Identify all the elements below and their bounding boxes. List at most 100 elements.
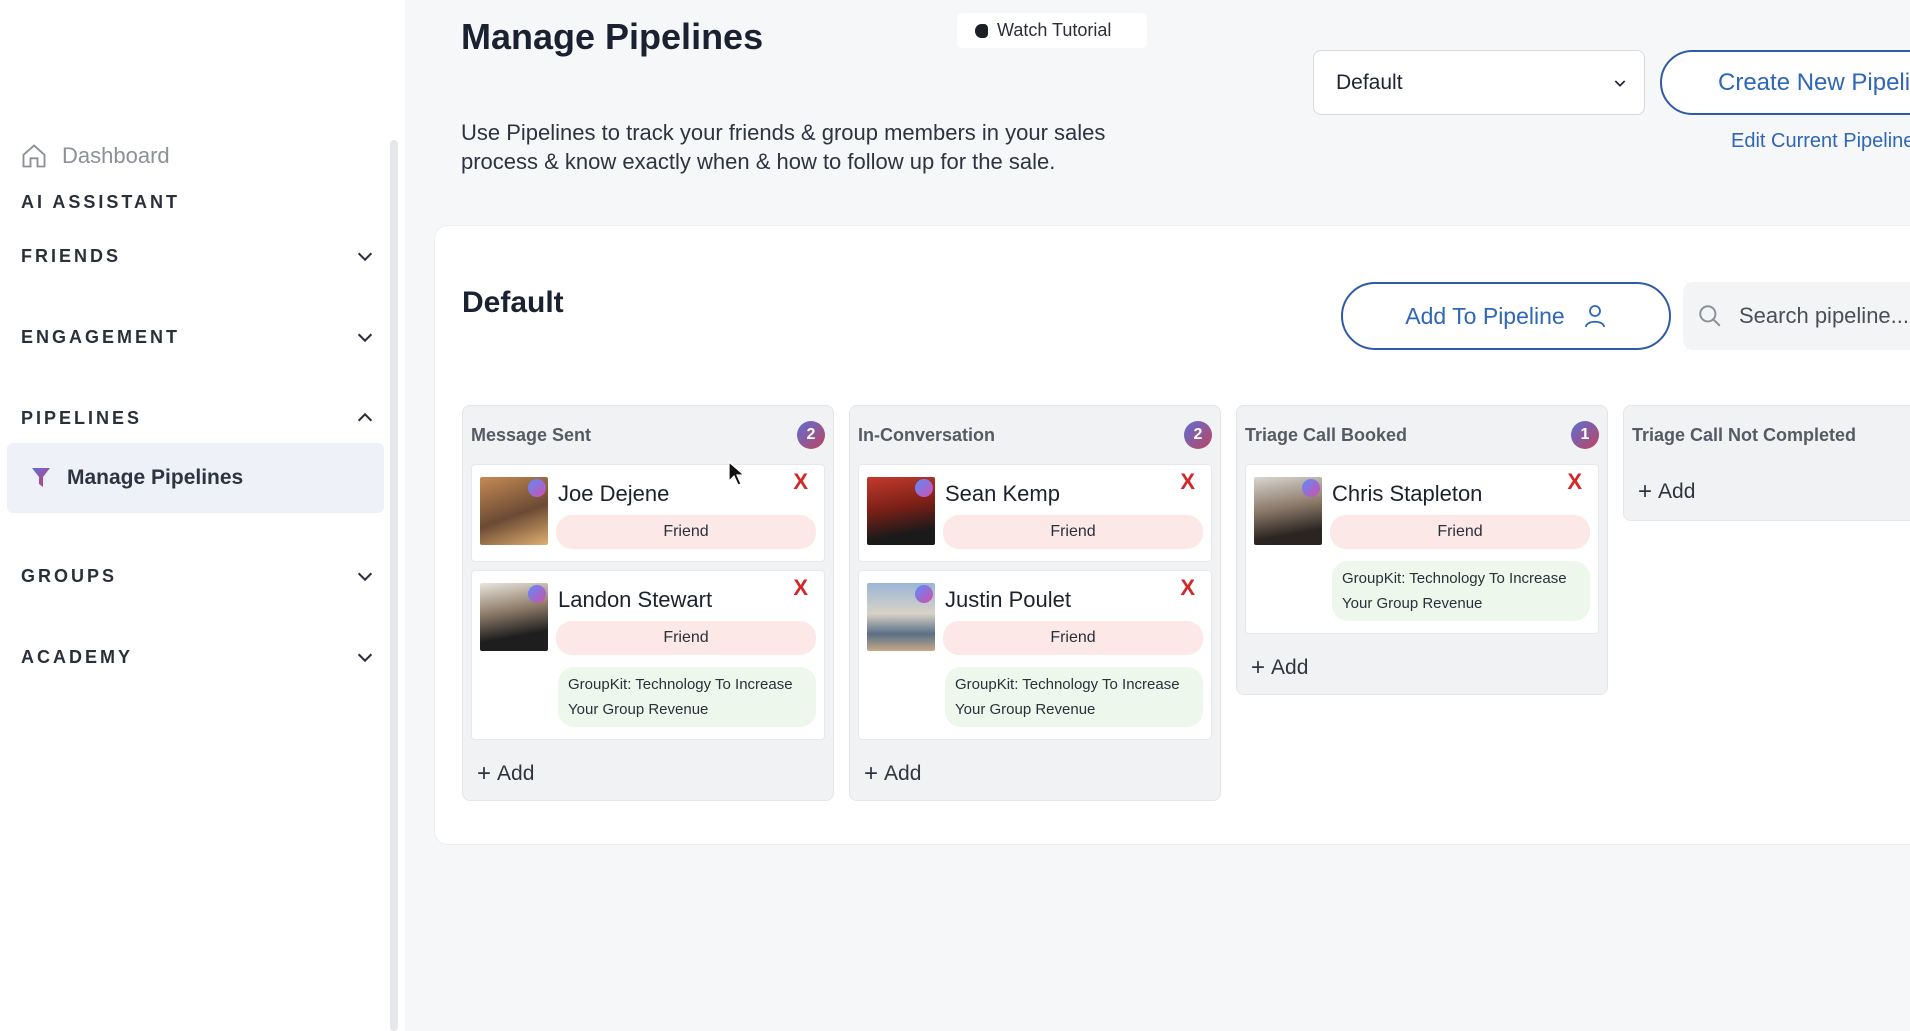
column-count-badge: 2 xyxy=(797,421,825,449)
pipeline-column: Message Sent 2 Joe Dejene Friend X Lando… xyxy=(462,405,834,801)
contact-name: Landon Stewart xyxy=(558,587,713,612)
search-placeholder: Search pipeline... xyxy=(1739,303,1909,328)
remove-card-button[interactable]: X xyxy=(793,575,808,601)
edit-current-pipeline-link[interactable]: Edit Current Pipeline xyxy=(1731,130,1910,153)
remove-card-button[interactable]: X xyxy=(1180,469,1195,495)
column-title: In-Conversation xyxy=(858,424,996,445)
sidebar-section-groups[interactable]: GROUPS xyxy=(21,565,376,587)
section-label: GROUPS xyxy=(21,565,118,586)
section-label: PIPELINES xyxy=(21,407,143,428)
add-label: Add xyxy=(884,762,922,785)
mouse-cursor-icon xyxy=(728,461,746,486)
group-tag: GroupKit: Technology To Increase Your Gr… xyxy=(1332,561,1590,621)
avatar xyxy=(1254,477,1322,545)
messenger-icon xyxy=(915,585,933,603)
messenger-icon xyxy=(528,479,546,497)
sidebar-section-pipelines[interactable]: PIPELINES xyxy=(21,407,376,429)
sidebar-section-academy[interactable]: ACADEMY xyxy=(21,646,376,668)
sidebar-item-manage-pipelines[interactable]: Manage Pipelines xyxy=(7,443,384,513)
column-title: Triage Call Not Completed xyxy=(1632,424,1857,445)
search-icon xyxy=(1699,305,1721,327)
sidebar-item-label: Manage Pipelines xyxy=(67,466,244,489)
add-card-button[interactable]: + Add xyxy=(1237,642,1607,694)
avatar xyxy=(867,583,935,651)
section-label: ENGAGEMENT xyxy=(21,326,181,347)
section-label: AI ASSISTANT xyxy=(21,192,181,212)
add-to-pipeline-label: Add To Pipeline xyxy=(1405,302,1565,329)
remove-card-button[interactable]: X xyxy=(1567,469,1582,495)
sidebar-section-friends[interactable]: FRIENDS xyxy=(21,245,376,267)
sidebar-item-dashboard[interactable]: Dashboard xyxy=(20,142,170,170)
pipeline-select[interactable]: Default xyxy=(1313,50,1645,115)
add-label: Add xyxy=(1658,480,1696,503)
remove-card-button[interactable]: X xyxy=(1180,575,1195,601)
group-tag: GroupKit: Technology To Increase Your Gr… xyxy=(945,667,1203,727)
sidebar-section-engagement[interactable]: ENGAGEMENT xyxy=(21,326,376,348)
play-icon xyxy=(975,23,988,38)
contact-name: Chris Stapleton xyxy=(1332,481,1483,506)
pipeline-column: In-Conversation 2 Sean Kemp Friend X Jus… xyxy=(849,405,1221,801)
user-icon xyxy=(1584,305,1605,328)
page-title: Manage Pipelines xyxy=(461,16,764,57)
page-description: Use Pipelines to track your friends & gr… xyxy=(461,120,1106,174)
add-card-button[interactable]: + Add xyxy=(463,748,833,800)
add-label: Add xyxy=(1271,656,1309,679)
contact-name: Joe Dejene xyxy=(558,481,670,506)
friend-tag: Friend xyxy=(943,515,1203,549)
column-title: Message Sent xyxy=(471,424,592,445)
add-to-pipeline-button[interactable]: Add To Pipeline xyxy=(1341,282,1671,350)
contact-card[interactable]: Justin Poulet Friend GroupKit: Technolog… xyxy=(858,570,1212,740)
contact-card[interactable]: Joe Dejene Friend X xyxy=(471,464,825,562)
contact-card[interactable]: Chris Stapleton Friend GroupKit: Technol… xyxy=(1245,464,1599,634)
sidebar-item-label: Dashboard xyxy=(62,143,170,168)
messenger-icon xyxy=(915,479,933,497)
contact-card[interactable]: Landon Stewart Friend GroupKit: Technolo… xyxy=(471,570,825,740)
sidebar-section-ai-assistant[interactable]: AI ASSISTANT xyxy=(21,192,376,213)
create-new-pipeline-button[interactable]: Create New Pipeline xyxy=(1660,50,1910,115)
watch-tutorial-button[interactable]: Watch Tutorial xyxy=(957,13,1147,48)
chevron-down-icon xyxy=(357,333,373,343)
contact-card[interactable]: Sean Kemp Friend X xyxy=(858,464,1212,562)
section-label: FRIENDS xyxy=(21,245,122,266)
friend-tag: Friend xyxy=(943,621,1203,655)
search-pipeline-input[interactable]: Search pipeline... xyxy=(1683,282,1910,350)
add-label: Add xyxy=(497,762,535,785)
column-count-badge: 2 xyxy=(1184,421,1212,449)
board-title: Default xyxy=(462,286,564,319)
add-card-button[interactable]: + Add xyxy=(1624,464,1910,520)
column-title: Triage Call Booked xyxy=(1245,424,1408,445)
contact-name: Justin Poulet xyxy=(945,587,1071,612)
avatar xyxy=(480,583,548,651)
plus-icon: + xyxy=(1251,654,1266,681)
column-header: Message Sent 2 xyxy=(463,406,833,464)
plus-icon: + xyxy=(477,760,492,787)
avatar xyxy=(480,477,548,545)
sidebar-scrollbar[interactable] xyxy=(390,140,398,1031)
add-card-button[interactable]: + Add xyxy=(850,748,1220,800)
contact-name: Sean Kemp xyxy=(945,481,1060,506)
watch-tutorial-label: Watch Tutorial xyxy=(997,20,1112,40)
pipeline-column: Triage Call Not Completed + Add xyxy=(1623,405,1910,521)
chevron-up-icon xyxy=(357,412,373,422)
column-header: Triage Call Booked 1 xyxy=(1237,406,1607,464)
pipeline-select-value: Default xyxy=(1336,70,1403,94)
column-header: Triage Call Not Completed xyxy=(1624,406,1910,464)
column-count-badge: 1 xyxy=(1571,421,1599,449)
remove-card-button[interactable]: X xyxy=(793,469,808,495)
avatar xyxy=(867,477,935,545)
column-header: In-Conversation 2 xyxy=(850,406,1220,464)
chevron-down-icon xyxy=(357,252,373,262)
chevron-down-icon xyxy=(357,572,373,582)
funnel-icon xyxy=(32,468,50,487)
sidebar: Dashboard AI ASSISTANT FRIENDS ENGAGEMEN… xyxy=(0,0,405,1031)
chevron-down-icon xyxy=(357,653,373,663)
messenger-icon xyxy=(528,585,546,603)
friend-tag: Friend xyxy=(1330,515,1590,549)
messenger-icon xyxy=(1302,479,1320,497)
section-label: ACADEMY xyxy=(21,646,134,667)
plus-icon: + xyxy=(864,760,879,787)
friend-tag: Friend xyxy=(556,621,816,655)
plus-icon: + xyxy=(1638,478,1653,505)
friend-tag: Friend xyxy=(556,515,816,549)
pipeline-column: Triage Call Booked 1 Chris Stapleton Fri… xyxy=(1236,405,1608,695)
